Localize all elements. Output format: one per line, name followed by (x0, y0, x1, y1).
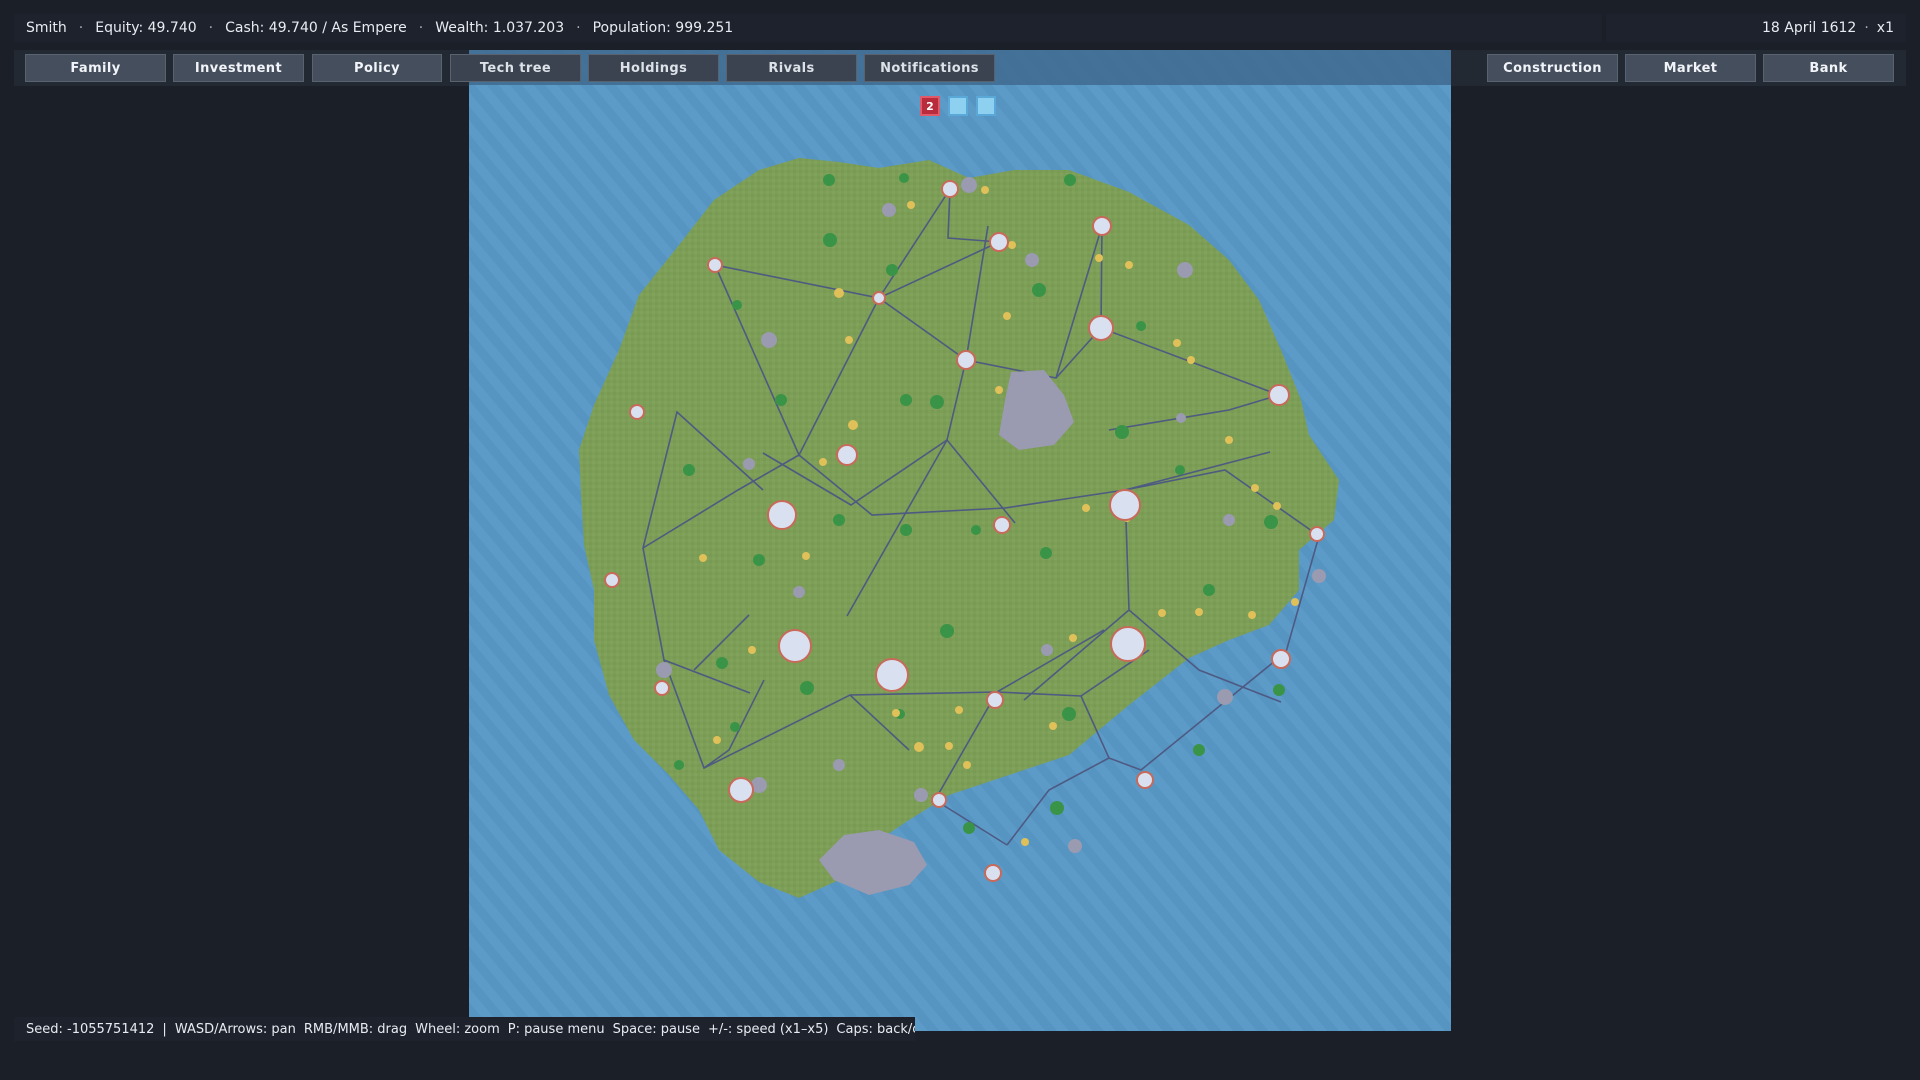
policy-button[interactable]: Policy (312, 54, 442, 82)
cash-value: Cash: 49.740 / As Empere (225, 20, 407, 36)
separator: · (208, 20, 214, 36)
status-bar: Smith · Equity: 49.740 · Cash: 49.740 / … (14, 14, 1602, 42)
back-hint: Caps: back/clos... (836, 1021, 915, 1037)
notifications-button[interactable]: Notifications (864, 54, 995, 82)
seed-value: Seed: -1055751412 (26, 1021, 155, 1037)
holdings-button[interactable]: Holdings (588, 54, 719, 82)
speed-hint: +/-: speed (x1–x5) (707, 1021, 829, 1037)
controls-hint-bar: Seed: -1055751412 | WASD/Arrows: pan RMB… (14, 1017, 915, 1041)
separator: · (576, 20, 581, 36)
drag-hint: RMB/MMB: drag (303, 1021, 408, 1037)
player-name: Smith (26, 20, 67, 36)
separator: · (1864, 20, 1869, 36)
date-panel: 18 April 1612 · x1 (1606, 14, 1906, 42)
pause-hint: Space: pause (612, 1021, 700, 1037)
market-button[interactable]: Market (1625, 54, 1756, 82)
population-value: Population: 999.251 (592, 20, 734, 36)
footer-divider: | (162, 1021, 167, 1037)
game-speed: x1 (1876, 20, 1894, 36)
investment-button[interactable]: Investment (173, 54, 304, 82)
map-page-indicator[interactable] (948, 96, 968, 116)
separator: · (78, 20, 84, 36)
tech-tree-button[interactable]: Tech tree (450, 54, 581, 82)
map-page-indicator-active[interactable]: 2 (920, 96, 940, 116)
pan-hint: WASD/Arrows: pan (174, 1021, 296, 1037)
zoom-hint: Wheel: zoom (415, 1021, 500, 1037)
equity-value: Equity: 49.740 (95, 20, 197, 36)
separator: · (418, 20, 424, 36)
map-view[interactable] (469, 50, 1451, 1031)
map-panel[interactable] (469, 50, 1451, 1031)
family-button[interactable]: Family (25, 54, 166, 82)
wealth-value: Wealth: 1.037.203 (435, 20, 565, 36)
construction-button[interactable]: Construction (1487, 54, 1618, 82)
bank-button[interactable]: Bank (1763, 54, 1894, 82)
game-date: 18 April 1612 (1762, 20, 1857, 36)
rivals-button[interactable]: Rivals (726, 54, 857, 82)
pause-menu-hint: P: pause menu (507, 1021, 605, 1037)
map-page-indicator[interactable] (976, 96, 996, 116)
